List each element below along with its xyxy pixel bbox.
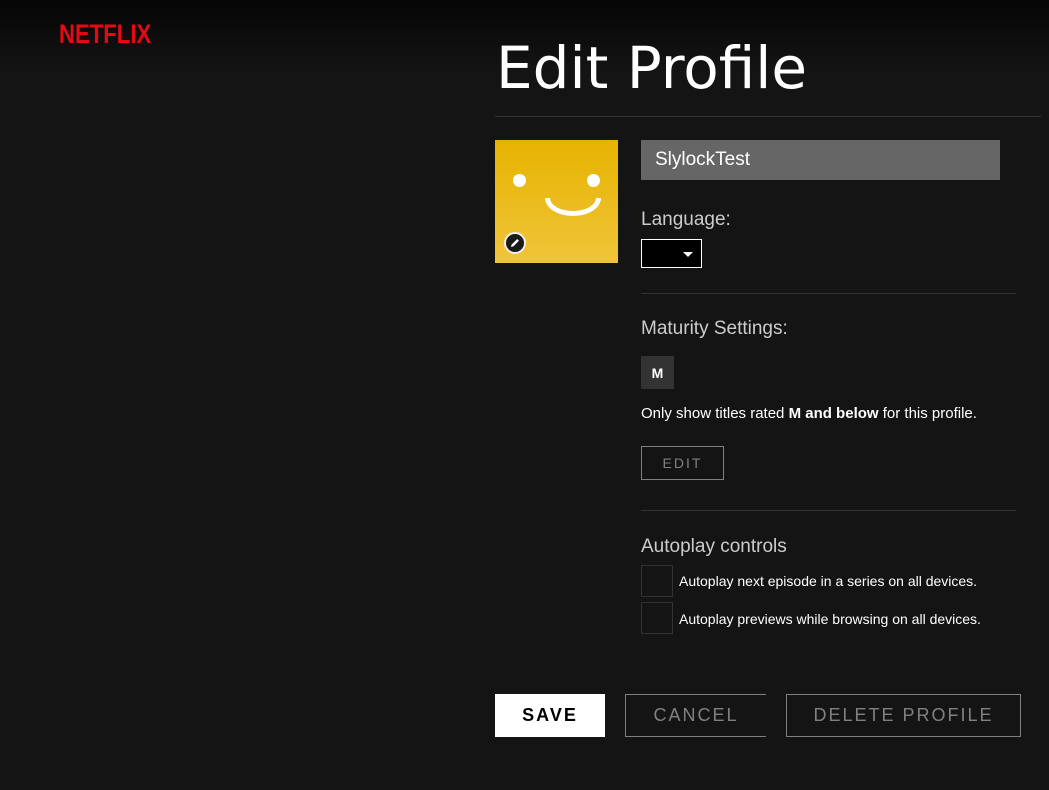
pencil-icon-glyph: [511, 239, 519, 247]
maturity-settings-label: Maturity Settings:: [641, 318, 788, 339]
autoplay-previews-label[interactable]: Autoplay previews while browsing on all …: [679, 611, 981, 627]
title-divider: [495, 116, 1041, 117]
netflix-logo[interactable]: NETFLIX: [59, 19, 151, 50]
avatar-right-eye: [587, 174, 600, 187]
delete-profile-button[interactable]: DELETE PROFILE: [786, 694, 1021, 737]
avatar-left-eye: [513, 174, 526, 187]
edit-maturity-button[interactable]: EDIT: [641, 446, 724, 480]
maturity-desc-suffix: for this profile.: [878, 405, 977, 422]
section-divider: [641, 510, 1016, 511]
page-title: Edit Profile: [496, 44, 808, 102]
smiley-face-icon: [545, 198, 601, 216]
maturity-desc-prefix: Only show titles rated: [641, 405, 789, 422]
autoplay-controls-label: Autoplay controls: [641, 536, 787, 557]
pencil-icon[interactable]: [504, 232, 526, 254]
autoplay-previews-checkbox[interactable]: [641, 602, 673, 634]
section-divider: [641, 293, 1016, 294]
language-label: Language:: [641, 209, 731, 230]
maturity-description: Only show titles rated M and below for t…: [641, 405, 977, 422]
edit-profile-page: NETFLIX Edit Profile Language: Maturity …: [0, 0, 1049, 790]
autoplay-next-episode-label[interactable]: Autoplay next episode in a series on all…: [679, 573, 977, 589]
save-button[interactable]: SAVE: [495, 694, 605, 737]
profile-avatar[interactable]: [495, 140, 618, 263]
language-dropdown[interactable]: [641, 239, 702, 268]
maturity-rating-badge: M: [641, 356, 674, 389]
cancel-button[interactable]: CANCEL: [625, 694, 766, 737]
chevron-down-icon: [683, 252, 693, 257]
maturity-desc-rating: M and below: [788, 405, 879, 422]
autoplay-next-episode-checkbox[interactable]: [641, 565, 673, 597]
profile-name-input[interactable]: [641, 140, 1000, 180]
